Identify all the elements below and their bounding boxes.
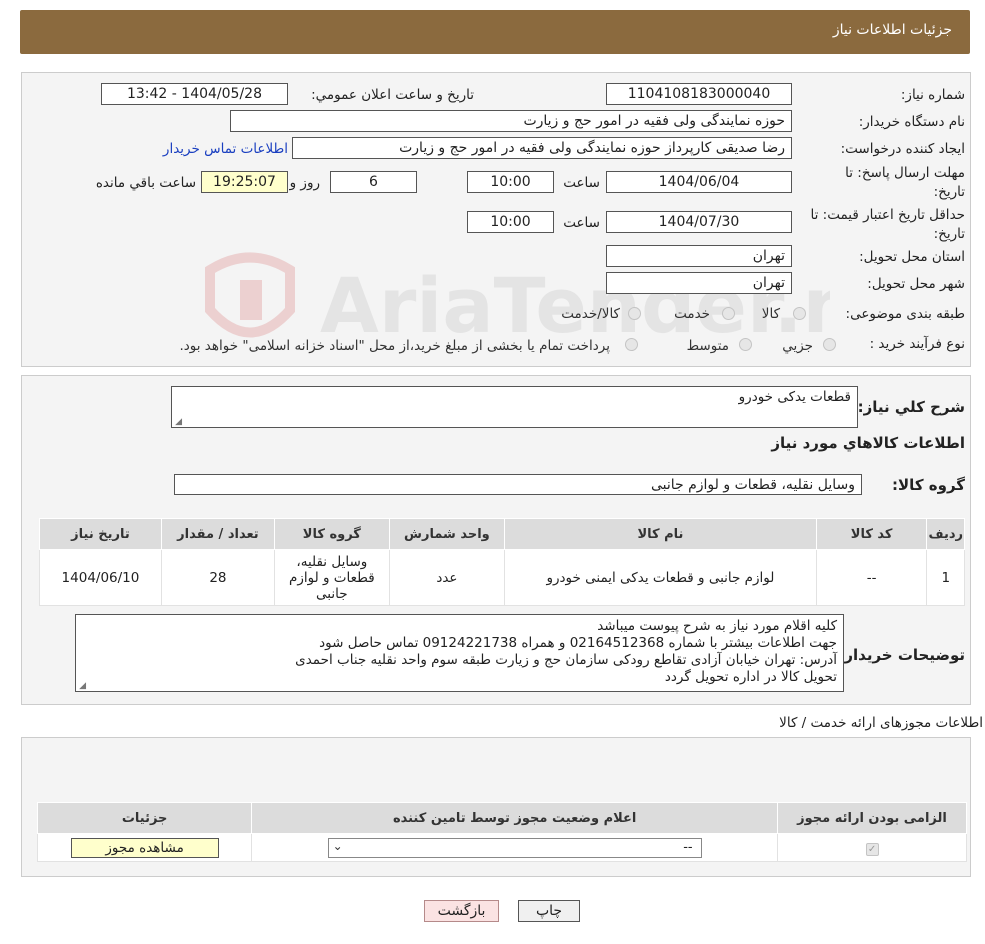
cell-name: لوازم جانبی و قطعات یدکی ایمنی خودرو xyxy=(504,549,817,606)
back-button[interactable]: بازگشت xyxy=(424,900,499,922)
validity-time-label: ساعت xyxy=(563,215,600,231)
process-radio-minor[interactable] xyxy=(823,338,836,351)
city-field: تهران xyxy=(606,272,792,294)
col-group: گروه کالا xyxy=(273,518,390,550)
col-permit-details: جزئیات xyxy=(36,802,253,834)
col-code: کد کالا xyxy=(815,518,928,550)
process-note: پرداخت تمام یا بخشی از مبلغ خرید،از محل … xyxy=(179,338,610,354)
permit-required-checkbox[interactable]: ✓ xyxy=(865,842,879,856)
buyer-org-field: حوزه نمایندگی ولی فقیه در امور حج و زیار… xyxy=(230,110,792,132)
permit-status-select[interactable]: -- ⌄ xyxy=(327,837,702,858)
creator-field: رضا صدیقی کارپرداز حوزه نمایندگی ولی فقی… xyxy=(292,137,792,159)
remaining-time-field: 19:25:07 xyxy=(201,171,288,193)
category-radio-service[interactable] xyxy=(722,307,735,320)
process-option-medium: متوسط xyxy=(686,338,729,354)
buyer-notes-line-2: جهت اطلاعات بیشتر با شماره 02164512368 و… xyxy=(319,635,837,651)
buyer-notes-textarea: کلیه اقلام مورد نیاز به شرح پیوست میباشد… xyxy=(75,614,844,692)
permits-table-header: الزامی بودن ارائه مجوز اعلام وضعیت مجوز … xyxy=(36,802,967,834)
buyer-org-label: نام دستگاه خريدار: xyxy=(858,114,965,130)
group-label: گروه کالا: xyxy=(892,476,965,494)
cell-date: 1404/06/10 xyxy=(39,549,162,606)
summary-textarea: قطعات یدکی خودرو ◢ xyxy=(171,386,858,428)
buyer-notes-label: توضيحات خريدار: xyxy=(838,646,965,664)
permits-table: الزامی بودن ارائه مجوز اعلام وضعیت مجوز … xyxy=(36,802,967,862)
permit-details-cell: مشاهده مجوز xyxy=(36,833,253,862)
deadline-time-label: ساعت xyxy=(563,175,600,191)
col-qty: تعداد / مقدار xyxy=(160,518,275,550)
permit-status-value: -- xyxy=(683,839,693,855)
days-remaining-field: 6 xyxy=(330,171,417,193)
process-radio-treasury[interactable] xyxy=(625,338,638,351)
view-permit-button[interactable]: مشاهده مجوز xyxy=(70,837,219,858)
col-permit-required: الزامی بودن ارائه مجوز xyxy=(777,802,967,834)
cell-row: 1 xyxy=(926,549,965,606)
province-field: تهران xyxy=(606,245,792,267)
table-row: 1 -- لوازم جانبی و قطعات یدکی ایمنی خودر… xyxy=(39,549,965,606)
cell-qty: 28 xyxy=(160,549,275,606)
creator-label: ايجاد کننده درخواست: xyxy=(840,141,965,157)
col-row: رديف xyxy=(926,518,965,550)
col-date: تاريخ نياز xyxy=(39,518,162,550)
print-button[interactable]: چاپ xyxy=(518,900,580,922)
province-label: استان محل تحويل: xyxy=(859,249,965,265)
validity-label: حداقل تاريخ اعتبار قيمت: تا تاريخ: xyxy=(810,207,965,242)
permits-title: اطلاعات مجوزهای ارائه خدمت / کالا xyxy=(779,715,983,731)
buyer-contact-link[interactable]: اطلاعات تماس خريدار xyxy=(163,141,288,157)
summary-label: شرح کلي نياز: xyxy=(857,398,965,416)
goods-table: رديف کد کالا نام کالا واحد شمارش گروه کا… xyxy=(39,518,965,606)
chevron-down-icon: ⌄ xyxy=(332,838,343,853)
announce-datetime-field: 1404/05/28 - 13:42 xyxy=(101,83,288,105)
need-number-field: 1104108183000040 xyxy=(606,83,792,105)
days-label: روز و xyxy=(289,175,320,191)
resize-handle-icon: ◢ xyxy=(175,417,182,427)
category-option-goods: کالا xyxy=(761,306,780,322)
cell-group: وسایل نقلیه، قطعات و لوازم جانبی xyxy=(273,549,390,606)
category-radio-goods[interactable] xyxy=(793,307,806,320)
deadline-label: مهلت ارسال پاسخ: تا تاريخ: xyxy=(845,165,965,200)
cell-code: -- xyxy=(815,549,928,606)
process-label: نوع فرآيند خريد : xyxy=(869,336,965,352)
process-radio-medium[interactable] xyxy=(739,338,752,351)
deadline-time-field: 10:00 xyxy=(467,171,554,193)
category-label: طبقه بندی موضوعی: xyxy=(845,306,965,322)
header-bar: جزئیات اطلاعات نیاز xyxy=(20,10,970,54)
city-label: شهر محل تحويل: xyxy=(867,276,965,292)
table-row: ✓ -- ⌄ مشاهده مجوز xyxy=(36,833,967,862)
validity-date-field: 1404/07/30 xyxy=(606,211,792,233)
buyer-notes-line-1: کلیه اقلام مورد نیاز به شرح پیوست میباشد xyxy=(597,618,837,634)
category-radio-goods-service[interactable] xyxy=(628,307,641,320)
category-option-goods-service: کالا/خدمت xyxy=(561,306,620,322)
category-option-service: خدمت xyxy=(674,306,710,322)
deadline-date-field: 1404/06/04 xyxy=(606,171,792,193)
remaining-label: ساعت باقي مانده xyxy=(95,175,196,191)
resize-handle-icon: ◢ xyxy=(79,681,86,691)
summary-text: قطعات یدکی خودرو xyxy=(738,389,851,405)
permit-required-cell: ✓ xyxy=(777,833,967,862)
cell-unit: عدد xyxy=(388,549,506,606)
group-field: وسایل نقلیه، قطعات و لوازم جانبی xyxy=(174,474,862,495)
need-number-label: شماره نیاز: xyxy=(900,87,965,103)
buyer-notes-line-3: آدرس: تهران خیابان آزادی تقاطع رودکی ساز… xyxy=(295,652,837,668)
buyer-notes-line-4: تحویل کالا در اداره تحویل گردد xyxy=(664,669,837,685)
permit-status-cell: -- ⌄ xyxy=(251,833,779,862)
col-unit: واحد شمارش xyxy=(388,518,506,550)
goods-info-title: اطلاعات کالاهاي مورد نياز xyxy=(771,434,965,452)
announce-label: تاريخ و ساعت اعلان عمومي: xyxy=(311,87,474,103)
col-permit-status: اعلام وضعیت مجوز توسط تامین کننده xyxy=(251,802,779,834)
page-title: جزئیات اطلاعات نیاز xyxy=(832,22,952,38)
validity-time-field: 10:00 xyxy=(467,211,554,233)
col-name: نام کالا xyxy=(504,518,817,550)
goods-table-header: رديف کد کالا نام کالا واحد شمارش گروه کا… xyxy=(39,518,965,550)
process-option-minor: جزيي xyxy=(782,338,813,354)
